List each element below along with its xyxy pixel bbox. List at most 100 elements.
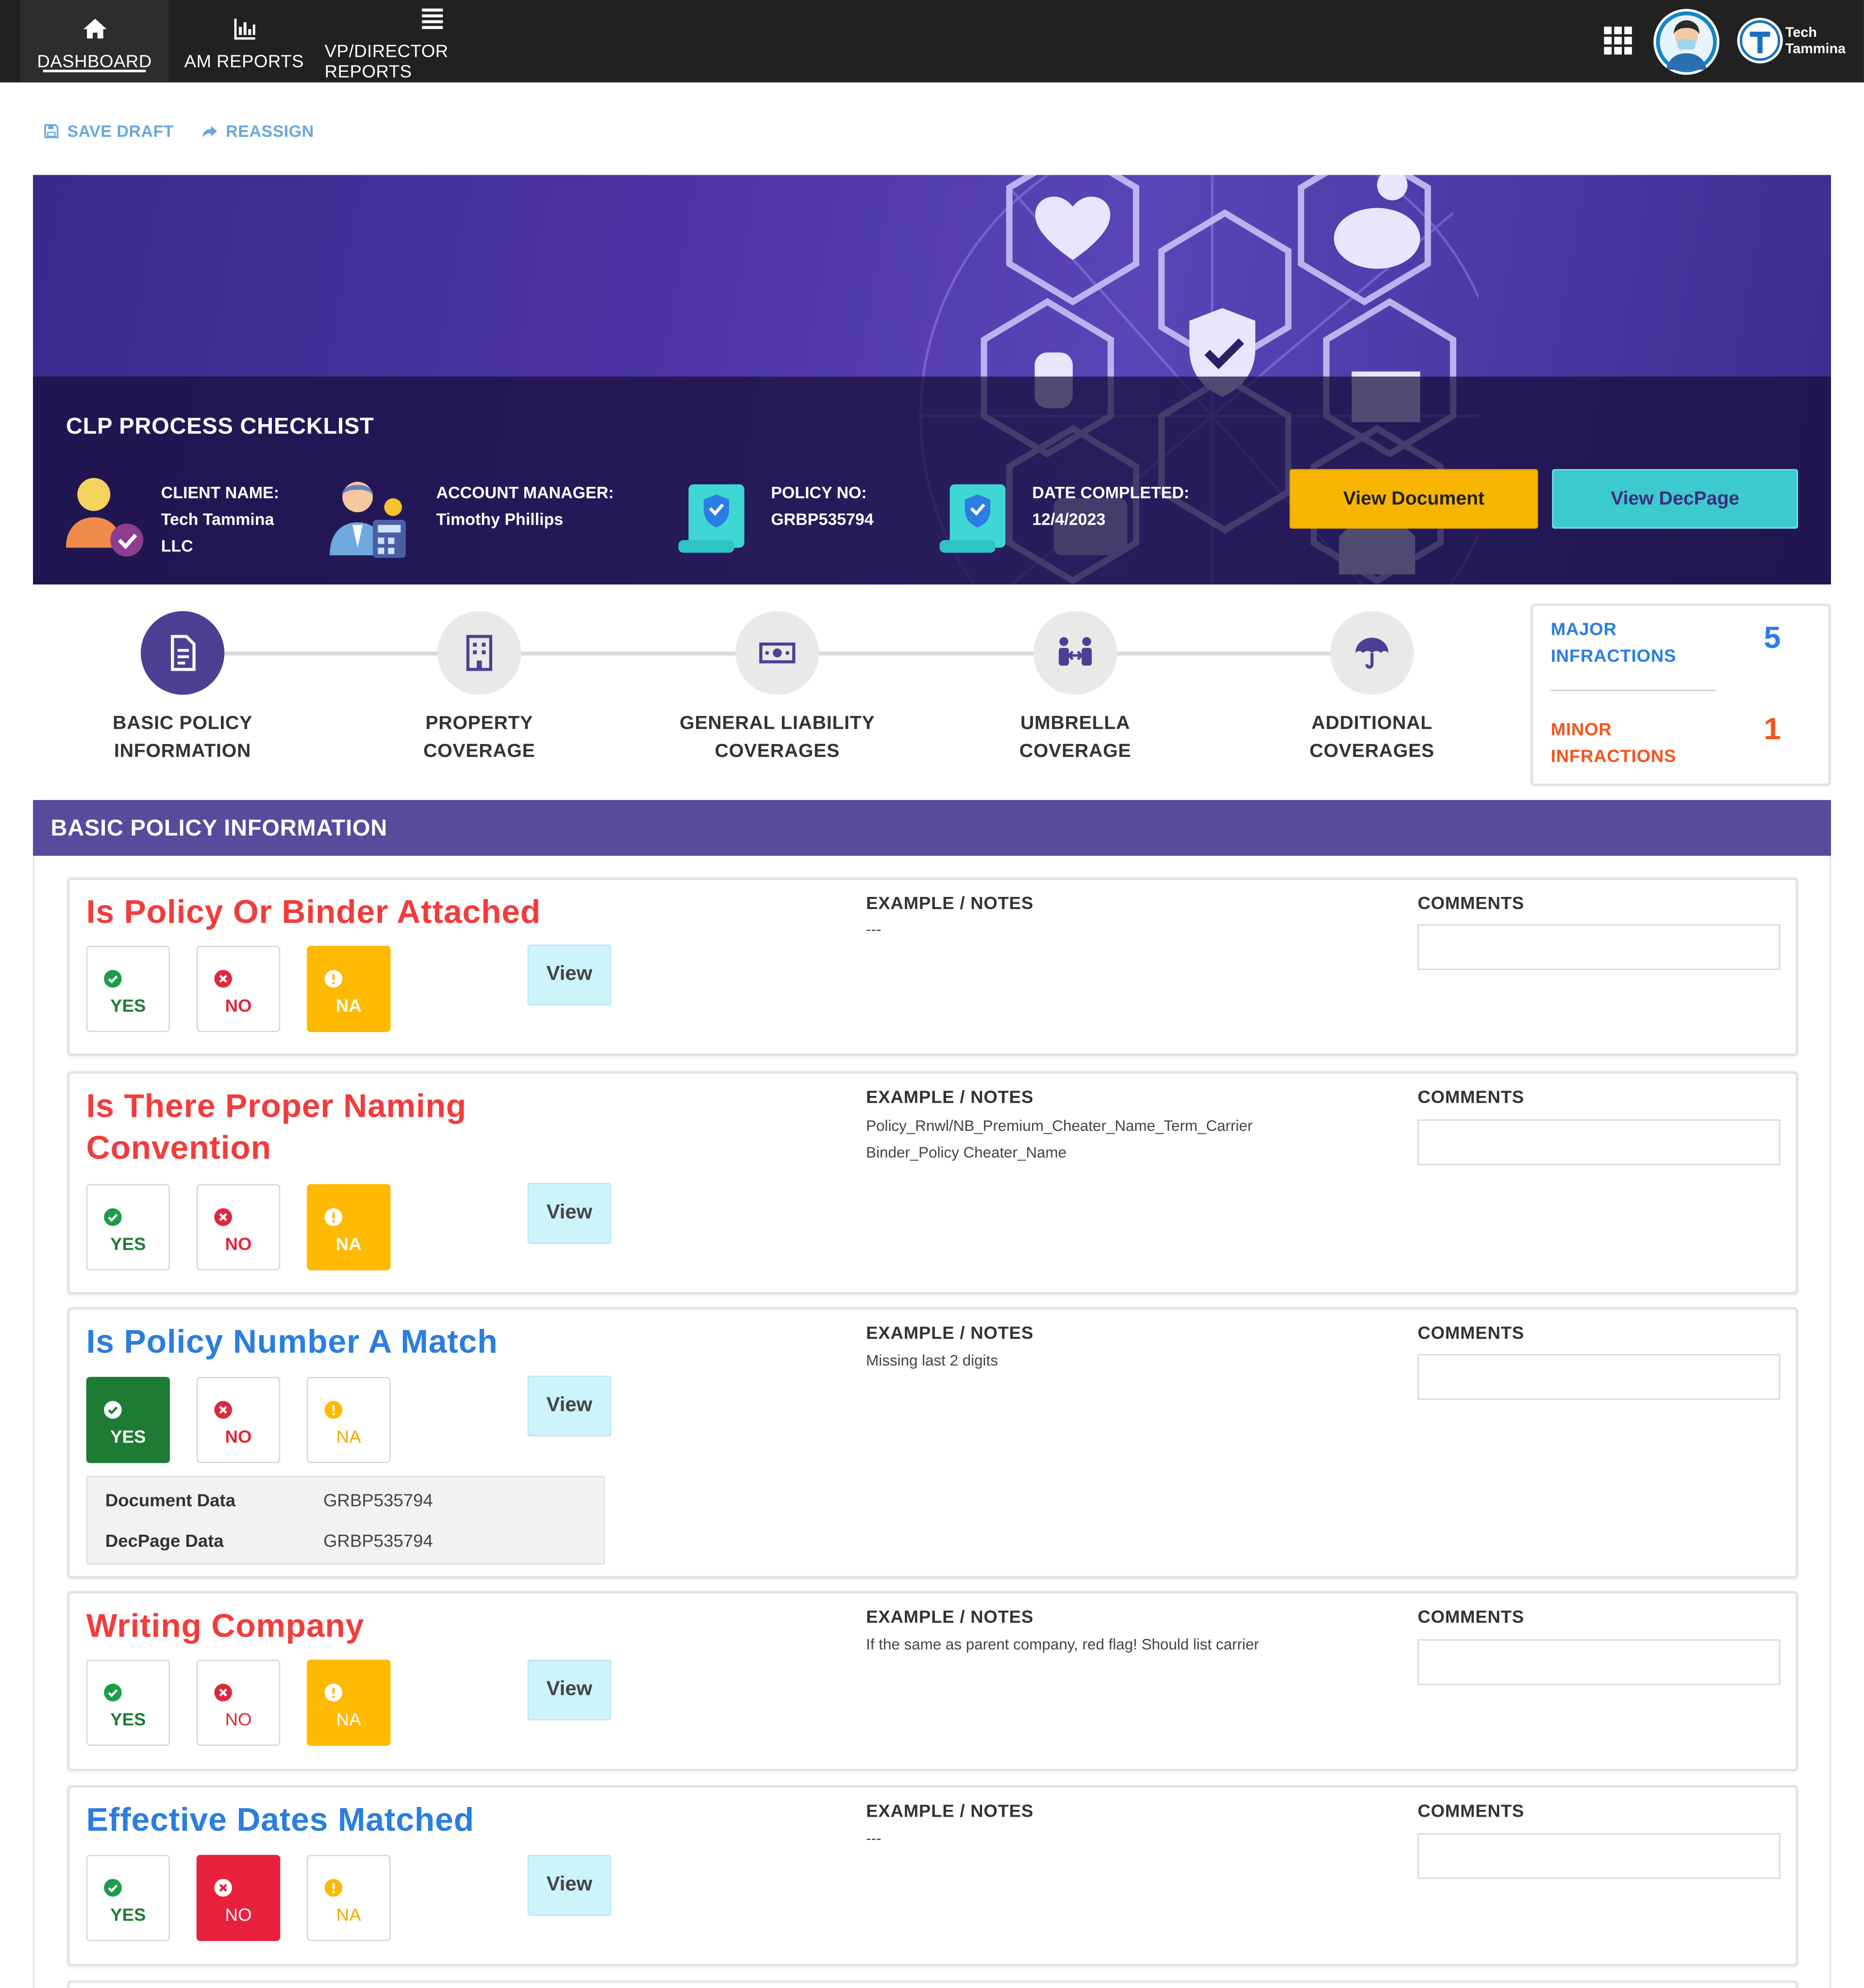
- no-option[interactable]: NO: [196, 1376, 281, 1463]
- question-title: Writing Company: [86, 1606, 365, 1645]
- comments-header: COMMENTS: [1417, 1800, 1525, 1821]
- comments-input[interactable]: [1417, 1833, 1781, 1879]
- view-button[interactable]: View: [527, 1855, 612, 1916]
- account-manager-value: Timothy Phillips: [436, 510, 564, 529]
- no-option-selected[interactable]: NO: [196, 1855, 281, 1941]
- view-button[interactable]: View: [527, 944, 612, 1006]
- step-additional-coverages[interactable]: ADDITIONAL COVERAGES: [1232, 611, 1512, 766]
- yes-option[interactable]: YES: [86, 1659, 170, 1746]
- question-title: Is Policy Or Binder Attached: [86, 892, 541, 931]
- step-general-liability-coverages[interactable]: GENERAL LIABILITY COVERAGES: [638, 611, 917, 766]
- step-umbrella-coverage[interactable]: UMBRELLA COVERAGE: [936, 611, 1215, 766]
- x-circle-icon: [214, 1401, 233, 1419]
- save-draft-button[interactable]: SAVE DRAFT: [43, 122, 174, 141]
- no-option[interactable]: NO: [196, 945, 281, 1032]
- comments-input[interactable]: [1417, 1354, 1781, 1400]
- question-card-partial: [67, 1980, 1798, 1988]
- client-name-label: CLIENT NAME:: [161, 483, 280, 502]
- nav-am-reports[interactable]: AM REPORTS: [178, 0, 311, 83]
- reassign-label: REASSIGN: [226, 121, 314, 141]
- nav-vp-director-reports[interactable]: VP/DIRECTOR REPORTS: [325, 0, 540, 83]
- user-avatar-icon: [1656, 11, 1717, 72]
- major-infractions-label: MAJOR INFRACTIONS: [1550, 618, 1677, 666]
- comments-header: COMMENTS: [1417, 1086, 1525, 1107]
- info-circle-icon: [324, 1401, 343, 1419]
- no-option[interactable]: NO: [196, 1659, 281, 1746]
- view-button[interactable]: View: [527, 1183, 612, 1244]
- user-avatar[interactable]: [1653, 9, 1720, 75]
- date-document-icon: [939, 484, 1006, 553]
- info-circle-icon: [324, 970, 343, 988]
- notes-header: EXAMPLE / NOTES: [866, 1322, 1034, 1343]
- reassign-button[interactable]: REASSIGN: [202, 122, 314, 141]
- yes-option[interactable]: YES: [86, 945, 170, 1032]
- notes-header: EXAMPLE / NOTES: [866, 1606, 1034, 1627]
- view-decpage-button[interactable]: View DecPage: [1552, 469, 1798, 529]
- date-completed-value: 12/4/2023: [1032, 510, 1106, 529]
- x-circle-icon: [214, 1684, 233, 1702]
- date-info: DATE COMPLETED: 12/4/2023: [1032, 479, 1189, 532]
- na-option-selected[interactable]: NA: [307, 1184, 391, 1271]
- comments-input[interactable]: [1417, 1639, 1781, 1685]
- question-title: Effective Dates Matched: [86, 1800, 475, 1839]
- notes-header: EXAMPLE / NOTES: [866, 1086, 1034, 1107]
- people-exchange-icon: [1059, 637, 1092, 666]
- account-manager-label: ACCOUNT MANAGER:: [436, 483, 614, 502]
- nav-am-reports-label: AM REPORTS: [184, 50, 304, 70]
- check-circle-icon: [104, 1879, 122, 1897]
- info-circle-icon: [324, 1879, 343, 1897]
- document-data-value: GRBP535794: [323, 1490, 433, 1510]
- comments-header: COMMENTS: [1417, 1322, 1525, 1343]
- home-icon: [83, 18, 106, 38]
- question-card: Effective Dates Matched YES NO NA View E…: [67, 1785, 1798, 1967]
- x-circle-icon: [214, 970, 233, 988]
- step-label-2b: COVERAGE: [423, 740, 535, 762]
- account-manager-icon: [330, 481, 406, 558]
- step-property-coverage[interactable]: PROPERTY COVERAGE: [340, 611, 619, 766]
- step-label-1b: INFORMATION: [114, 740, 251, 762]
- info-circle-icon: [324, 1208, 343, 1226]
- client-name-value-1: Tech Tammina: [161, 510, 274, 529]
- company-logo: Tech Tammina: [1737, 15, 1854, 66]
- step-label-3b: COVERAGES: [715, 740, 840, 762]
- yes-option[interactable]: YES: [86, 1855, 170, 1941]
- decpage-data-label: DecPage Data: [105, 1530, 224, 1551]
- no-option[interactable]: NO: [196, 1184, 281, 1271]
- check-circle-icon: [104, 1401, 122, 1419]
- na-option[interactable]: NA: [307, 1855, 391, 1941]
- policy-no-label: POLICY NO:: [771, 483, 867, 502]
- na-option[interactable]: NA: [307, 1376, 391, 1463]
- infractions-divider: [1550, 690, 1716, 691]
- yes-option-selected[interactable]: YES: [86, 1376, 170, 1463]
- view-document-button[interactable]: View Document: [1289, 469, 1538, 529]
- notes-text: ---: [866, 1829, 882, 1847]
- yes-option[interactable]: YES: [86, 1184, 170, 1271]
- comments-input[interactable]: [1417, 924, 1781, 970]
- infractions-summary: MAJOR INFRACTIONS 5 MINOR INFRACTIONS 1: [1530, 603, 1831, 786]
- view-button[interactable]: View: [527, 1659, 612, 1721]
- na-option-selected[interactable]: NA: [307, 1659, 391, 1746]
- step-label-2a: PROPERTY: [425, 712, 533, 734]
- question-title: Is There Proper Naming Convention: [86, 1086, 467, 1167]
- bar-chart-icon: [233, 18, 255, 39]
- date-completed-label: DATE COMPLETED:: [1032, 483, 1190, 502]
- notes-text: Missing last 2 digits: [866, 1351, 998, 1370]
- nav-dashboard[interactable]: DASHBOARD: [20, 0, 169, 83]
- logo-text-2: Tammina: [1785, 42, 1846, 57]
- check-circle-icon: [104, 970, 122, 988]
- info-circle-icon: [324, 1684, 343, 1702]
- policy-no-value: GRBP535794: [771, 510, 874, 529]
- action-bar: SAVE DRAFT REASSIGN: [43, 122, 314, 141]
- comments-input[interactable]: [1417, 1119, 1781, 1165]
- check-circle-icon: [104, 1684, 122, 1702]
- minor-infractions-label: MINOR INFRACTIONS: [1550, 719, 1677, 766]
- na-option-selected[interactable]: NA: [307, 945, 391, 1032]
- client-name-value-2: LLC: [161, 536, 193, 556]
- step-label-4a: UMBRELLA: [1020, 712, 1131, 734]
- umbrella-icon: [1355, 637, 1389, 669]
- building-icon: [466, 635, 493, 671]
- step-basic-policy-information[interactable]: BASIC POLICY INFORMATION: [43, 611, 322, 766]
- minor-infractions-count: 1: [1764, 712, 1781, 747]
- view-button[interactable]: View: [527, 1375, 612, 1437]
- apps-grid-icon[interactable]: [1603, 25, 1633, 56]
